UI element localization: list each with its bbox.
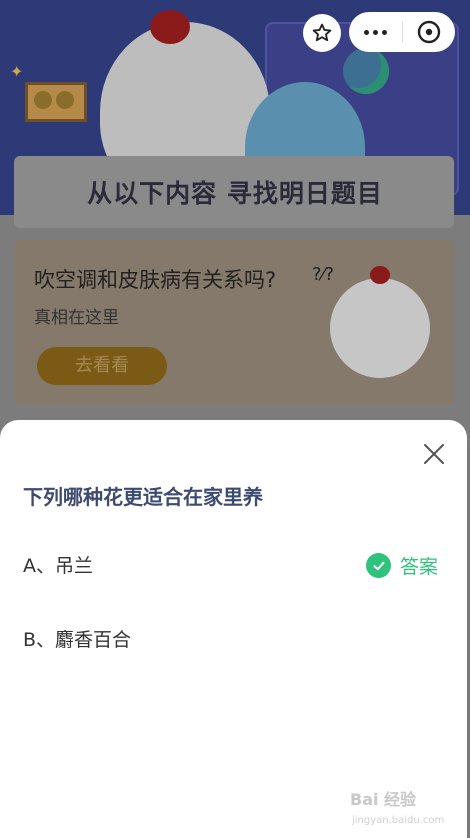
medal-icon [34,91,52,109]
close-x-icon [424,444,444,464]
circle-close-icon [417,20,441,44]
card-subtitle: 真相在这里 [34,308,119,328]
quiz-question-title: 下列哪种花更适合在家里养 [23,485,263,509]
option-b[interactable]: B、麝香百合 [23,625,131,652]
baidu-jingyan-watermark: Bai 经验 [350,790,417,809]
favorite-button[interactable] [303,14,341,52]
exit-button[interactable] [403,12,455,52]
sparkle-icon: ✦ [10,62,24,81]
star-outline-icon [312,23,332,42]
more-button[interactable] [349,12,402,52]
thinking-chicken-illustration [330,278,430,378]
page-headline: 从以下内容 寻找明日题目 [87,179,383,208]
correct-answer-marker: 答案 [366,552,438,579]
answer-label: 答案 [400,556,439,578]
check-circle-icon [366,553,391,578]
question-marks-illustration: ?⁄? [312,264,335,285]
medal-frame-illustration [25,82,87,122]
chicken-comb-illustration [150,10,190,44]
watermark-url: jingyan.baidu.com [352,815,445,826]
more-dots-icon [364,29,387,35]
earth-illustration [343,48,389,94]
medal-icon [56,91,74,109]
option-a[interactable]: A、吊兰 [23,551,93,578]
card-question-text: 吹空调和皮肤病有关系吗? [34,268,277,292]
chicken-comb-illustration [370,266,390,284]
capsule-menu [349,12,455,52]
sheet-close-button[interactable] [420,440,448,468]
go-see-button[interactable]: 去看看 [37,347,167,385]
